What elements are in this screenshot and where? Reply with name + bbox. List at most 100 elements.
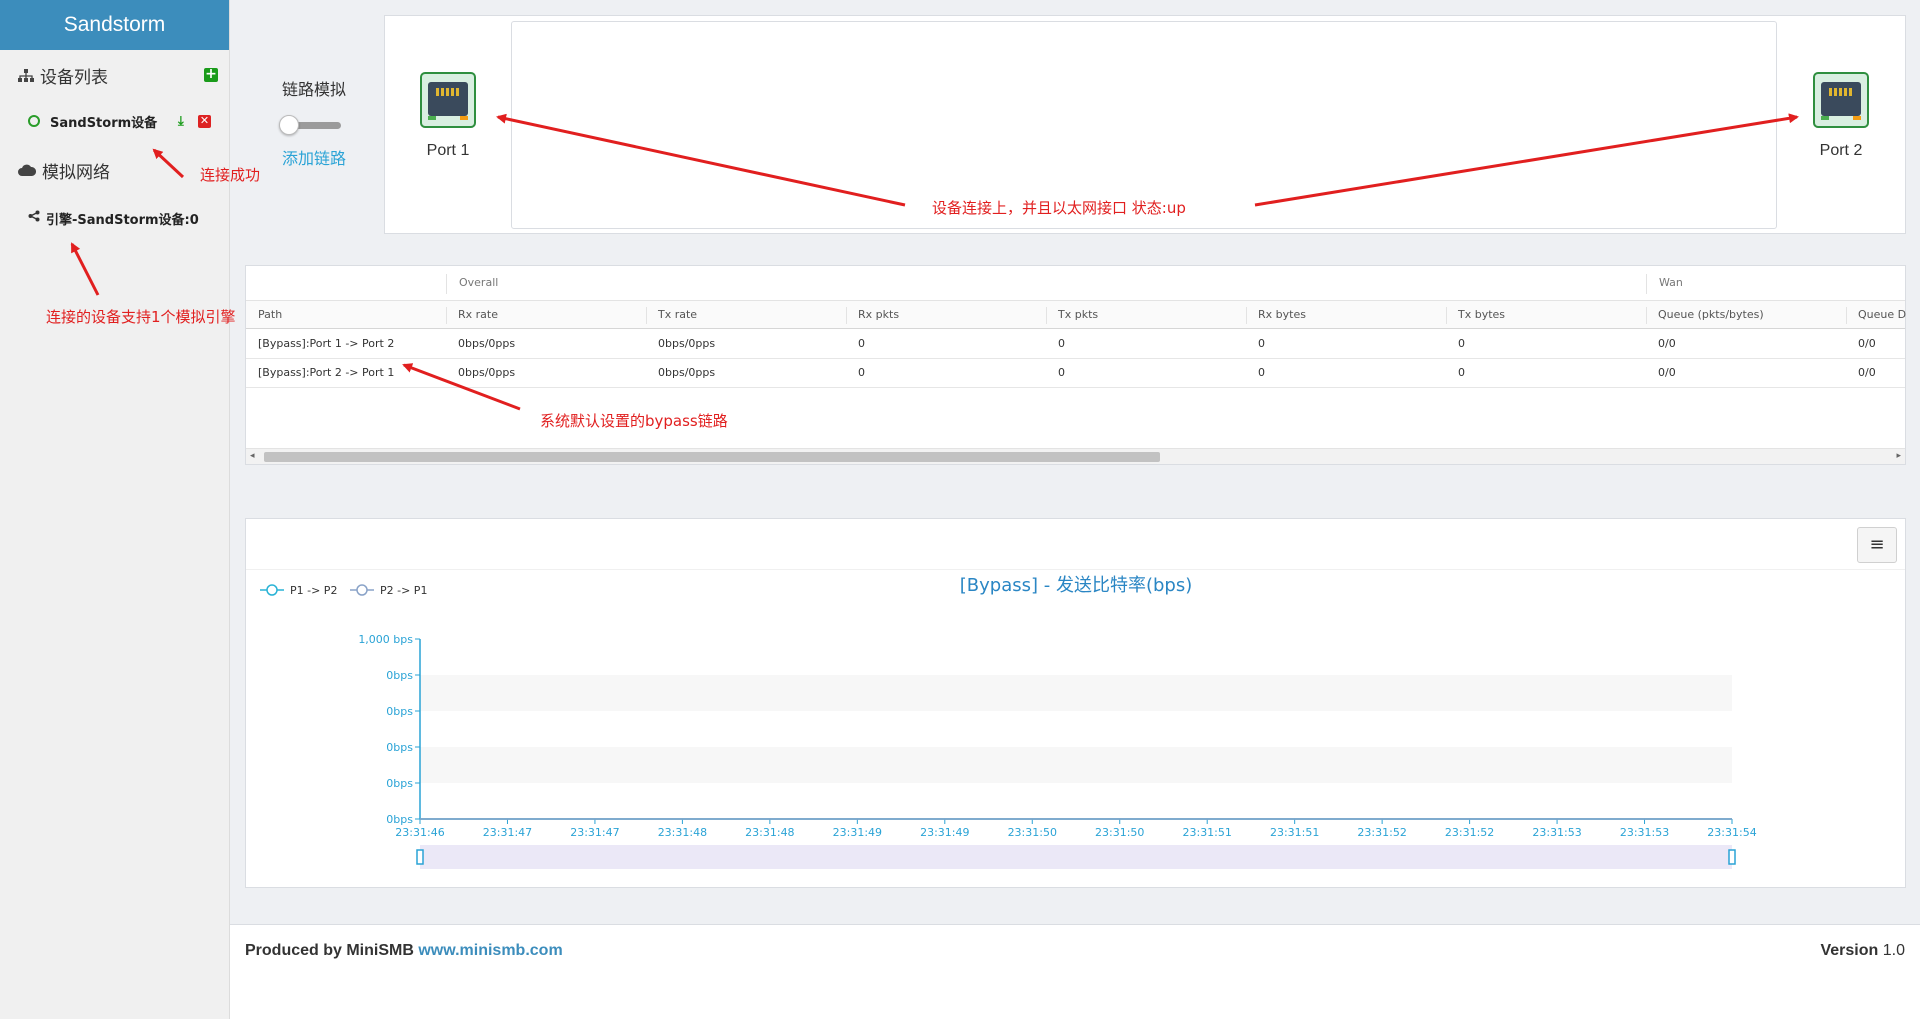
range-navigator: [420, 845, 1732, 869]
x-tick-label: 23:31:52: [1357, 826, 1406, 839]
devices-header: 设备列表: [18, 63, 108, 88]
cell-tx-bytes: 0: [1458, 366, 1465, 379]
footer-version: Version 1.0: [1820, 942, 1905, 960]
annotation-engine-support: 连接的设备支持1个模拟引擎: [46, 308, 236, 326]
x-tick-label: 23:31:51: [1182, 826, 1231, 839]
x-tick-label: 23:31:50: [1095, 826, 1144, 839]
col-queue[interactable]: Queue (pkts/bytes): [1646, 301, 1846, 329]
annotation-connected: 连接成功: [200, 166, 261, 184]
cell-tx-bytes: 0: [1458, 337, 1465, 350]
legend-marker: [266, 584, 278, 596]
cell-rx-bytes: 0: [1258, 366, 1265, 379]
cell-rx-rate: 0bps/0pps: [458, 366, 516, 379]
cell-queue-d: 0/0: [1858, 366, 1876, 379]
col-tx-bytes[interactable]: Tx bytes: [1446, 301, 1646, 329]
table-header-row: Path Rx rate Tx rate Rx pkts Tx pkts Rx …: [246, 300, 1907, 329]
cell-queue: 0/0: [1658, 337, 1676, 350]
device-item[interactable]: SandStorm设备: [20, 108, 220, 134]
annotation-bypass: 系统默认设置的bypass链路: [540, 412, 728, 430]
device-name: SandStorm设备: [50, 115, 158, 131]
scroll-left-icon[interactable]: ◂: [250, 451, 255, 461]
x-tick-label: 23:31:50: [1008, 826, 1057, 839]
legend-item: P1 -> P2: [290, 584, 337, 597]
stats-table: Overall Wan Path Rx rate Tx rate Rx pkts…: [245, 265, 1906, 465]
brand-title[interactable]: Sandstorm: [0, 0, 229, 50]
group-overall: Overall: [459, 276, 499, 289]
link-sim-toggle[interactable]: [279, 115, 343, 135]
cell-path: [Bypass]:Port 2 -> Port 1: [258, 366, 395, 379]
horizontal-scrollbar[interactable]: ◂ ▸: [246, 448, 1905, 464]
scroll-right-icon[interactable]: ▸: [1896, 451, 1901, 461]
produced-by-text: Produced by MiniSMB: [245, 942, 419, 959]
status-circle-icon: [28, 115, 40, 127]
delete-icon[interactable]: ✕: [198, 115, 211, 128]
x-tick-label: 23:31:53: [1532, 826, 1581, 839]
chart-svg: [Bypass] - 发送比特率(bps) P1 -> P2 P2 -> P1 1,0…: [260, 575, 1757, 869]
version-value: 1.0: [1882, 942, 1905, 959]
navigator-handle-left: [416, 849, 424, 865]
plot-band: [420, 675, 1732, 711]
version-label: Version: [1820, 942, 1879, 959]
x-tick-label: 23:31:47: [570, 826, 619, 839]
footer-credit: Produced by MiniSMB www.minismb.com: [245, 942, 563, 960]
link-sim-label: 链路模拟: [282, 80, 347, 99]
cell-path: [Bypass]:Port 1 -> Port 2: [258, 337, 395, 350]
legend-item: P2 -> P1: [380, 584, 427, 597]
x-tick-label: 23:31:53: [1620, 826, 1669, 839]
sidebar: Sandstorm 设备列表 + SandStorm设备 ⤓ ✕ 模拟网络 引擎…: [0, 0, 230, 1019]
cell-tx-rate: 0bps/0pps: [658, 337, 716, 350]
x-tick-label: 23:31:47: [483, 826, 532, 839]
col-rx-pkts[interactable]: Rx pkts: [846, 301, 1046, 329]
port-1[interactable]: Port 1: [408, 72, 488, 160]
x-tick-label: 23:31:48: [658, 826, 707, 839]
col-tx-rate[interactable]: Tx rate: [646, 301, 846, 329]
network-header-label: 模拟网络: [42, 163, 110, 183]
annotation-link-up: 设备连接上，并且以太网接口 状态:up: [932, 199, 1186, 217]
engine-name: 引擎-SandStorm设备:0: [46, 212, 199, 228]
minismb-link[interactable]: www.minismb.com: [418, 942, 562, 959]
cell-tx-pkts: 0: [1058, 337, 1065, 350]
devices-header-label: 设备列表: [40, 68, 108, 88]
table-row[interactable]: [Bypass]:Port 1 -> Port 2 0bps/0pps 0bps…: [246, 330, 1905, 359]
chart-title: [Bypass] - 发送比特率(bps): [960, 575, 1192, 596]
port-2[interactable]: Port 2: [1801, 72, 1881, 160]
share-icon: [28, 210, 40, 226]
chart-panel: ≡ [Bypass] - 发送比特率(bps) P1 -> P2 P2 -> P1 1…: [245, 518, 1906, 888]
x-tick-label: 23:31:48: [745, 826, 794, 839]
cell-queue: 0/0: [1658, 366, 1676, 379]
x-tick-label: 23:31:46: [395, 826, 444, 839]
y-tick-label: 0bps: [386, 777, 413, 790]
x-tick-label: 23:31:51: [1270, 826, 1319, 839]
network-header: 模拟网络: [18, 158, 110, 183]
navigator-handle-right: [1728, 849, 1736, 865]
group-wan: Wan: [1659, 276, 1683, 289]
add-device-icon[interactable]: +: [204, 67, 218, 82]
col-rx-bytes[interactable]: Rx bytes: [1246, 301, 1446, 329]
plot-band: [420, 747, 1732, 783]
download-icon[interactable]: ⤓: [178, 114, 184, 129]
cell-rx-pkts: 0: [858, 337, 865, 350]
col-queue-d[interactable]: Queue D: [1846, 301, 1907, 329]
port-2-label: Port 2: [1819, 142, 1863, 159]
col-path[interactable]: Path: [246, 301, 446, 329]
y-tick-label: 0bps: [386, 705, 413, 718]
port-1-label: Port 1: [426, 142, 470, 159]
x-tick-label: 23:31:52: [1445, 826, 1494, 839]
add-link-link[interactable]: 添加链路: [282, 145, 346, 169]
table-row[interactable]: [Bypass]:Port 2 -> Port 1 0bps/0pps 0bps…: [246, 359, 1905, 388]
cloud-icon: [18, 164, 36, 177]
x-tick-label: 23:31:49: [920, 826, 969, 839]
y-tick-label: 0bps: [386, 669, 413, 682]
cell-rx-pkts: 0: [858, 366, 865, 379]
col-tx-pkts[interactable]: Tx pkts: [1046, 301, 1246, 329]
y-tick-label: 0bps: [386, 741, 413, 754]
y-tick-label: 0bps: [386, 813, 413, 826]
cell-tx-rate: 0bps/0pps: [658, 366, 716, 379]
scrollbar-thumb[interactable]: [264, 452, 1160, 462]
y-tick-label: 1,000 bps: [358, 633, 413, 646]
cell-rx-bytes: 0: [1258, 337, 1265, 350]
col-rx-rate[interactable]: Rx rate: [446, 301, 646, 329]
engine-item[interactable]: 引擎-SandStorm设备:0: [6, 204, 226, 232]
cell-tx-pkts: 0: [1058, 366, 1065, 379]
x-tick-label: 23:31:54: [1707, 826, 1756, 839]
